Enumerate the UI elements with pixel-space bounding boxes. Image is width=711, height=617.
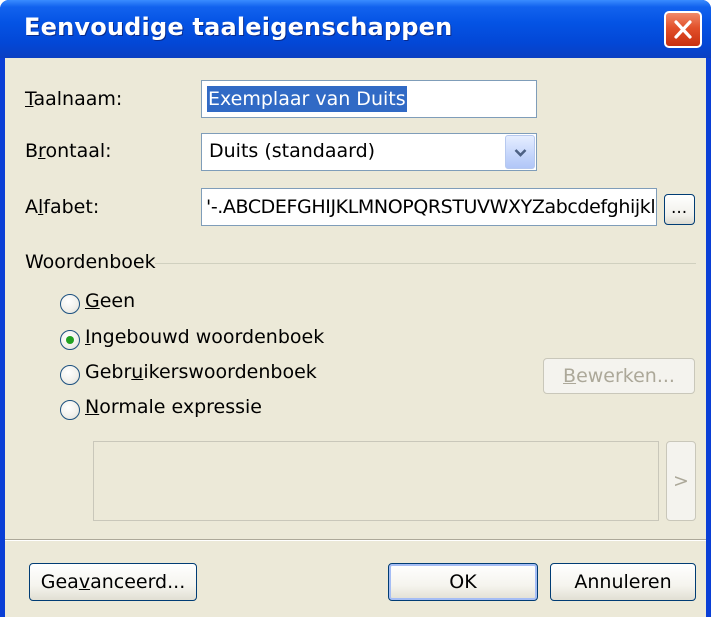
- radio-button[interactable]: [60, 400, 80, 420]
- language-name-value: Exemplaar van Duits: [207, 86, 407, 112]
- alphabet-browse-button[interactable]: ...: [664, 194, 695, 225]
- radio-label[interactable]: Gebruikerswoordenboek: [85, 361, 317, 383]
- source-language-select[interactable]: Duits (standaard): [201, 133, 537, 171]
- radio-label[interactable]: Normale expressie: [85, 396, 262, 418]
- source-language-label: Brontaal:: [25, 140, 112, 162]
- alphabet-input[interactable]: '-.ABCDEFGHIJKLMNOPQRSTUVWXYZabcdefghijk…: [201, 188, 657, 226]
- edit-button[interactable]: Bewerken...: [543, 358, 695, 394]
- radio-label[interactable]: Ingebouwd woordenboek: [85, 326, 324, 348]
- radio-label[interactable]: Geen: [85, 290, 135, 312]
- group-divider: [155, 263, 696, 264]
- title-bar[interactable]: Eenvoudige taaleigenschappen: [0, 0, 711, 58]
- language-name-input[interactable]: Exemplaar van Duits: [201, 80, 537, 118]
- ellipsis-label: ...: [671, 198, 688, 218]
- source-language-value: Duits (standaard): [209, 140, 376, 162]
- dialog-window: Eenvoudige taaleigenschappen Taalnaam: E…: [0, 0, 711, 617]
- radio-button-checked[interactable]: [60, 330, 80, 350]
- dialog-body: Taalnaam: Exemplaar van Duits Brontaal: …: [5, 58, 706, 617]
- chevron-down-icon: [514, 149, 527, 157]
- close-button[interactable]: [664, 11, 702, 48]
- alphabet-value: '-.ABCDEFGHIJKLMNOPQRSTUVWXYZabcdefghijk…: [206, 196, 656, 218]
- dialog-title: Eenvoudige taaleigenschappen: [24, 13, 453, 41]
- dropdown-button[interactable]: [505, 135, 535, 169]
- radio-button[interactable]: [60, 294, 80, 314]
- cancel-button[interactable]: Annuleren: [550, 563, 696, 601]
- language-name-label: Taalnaam:: [25, 88, 123, 110]
- advanced-button[interactable]: Geavanceerd...: [29, 563, 197, 601]
- ok-button[interactable]: OK: [388, 563, 538, 601]
- expression-button[interactable]: >: [666, 441, 696, 521]
- dictionary-group-title: Woordenboek: [25, 251, 156, 273]
- radio-dot: [66, 336, 74, 344]
- footer-divider: [5, 539, 706, 541]
- alphabet-label: Alfabet:: [25, 196, 100, 218]
- close-icon: [674, 20, 692, 39]
- expression-textarea[interactable]: [93, 441, 659, 521]
- radio-button[interactable]: [60, 365, 80, 385]
